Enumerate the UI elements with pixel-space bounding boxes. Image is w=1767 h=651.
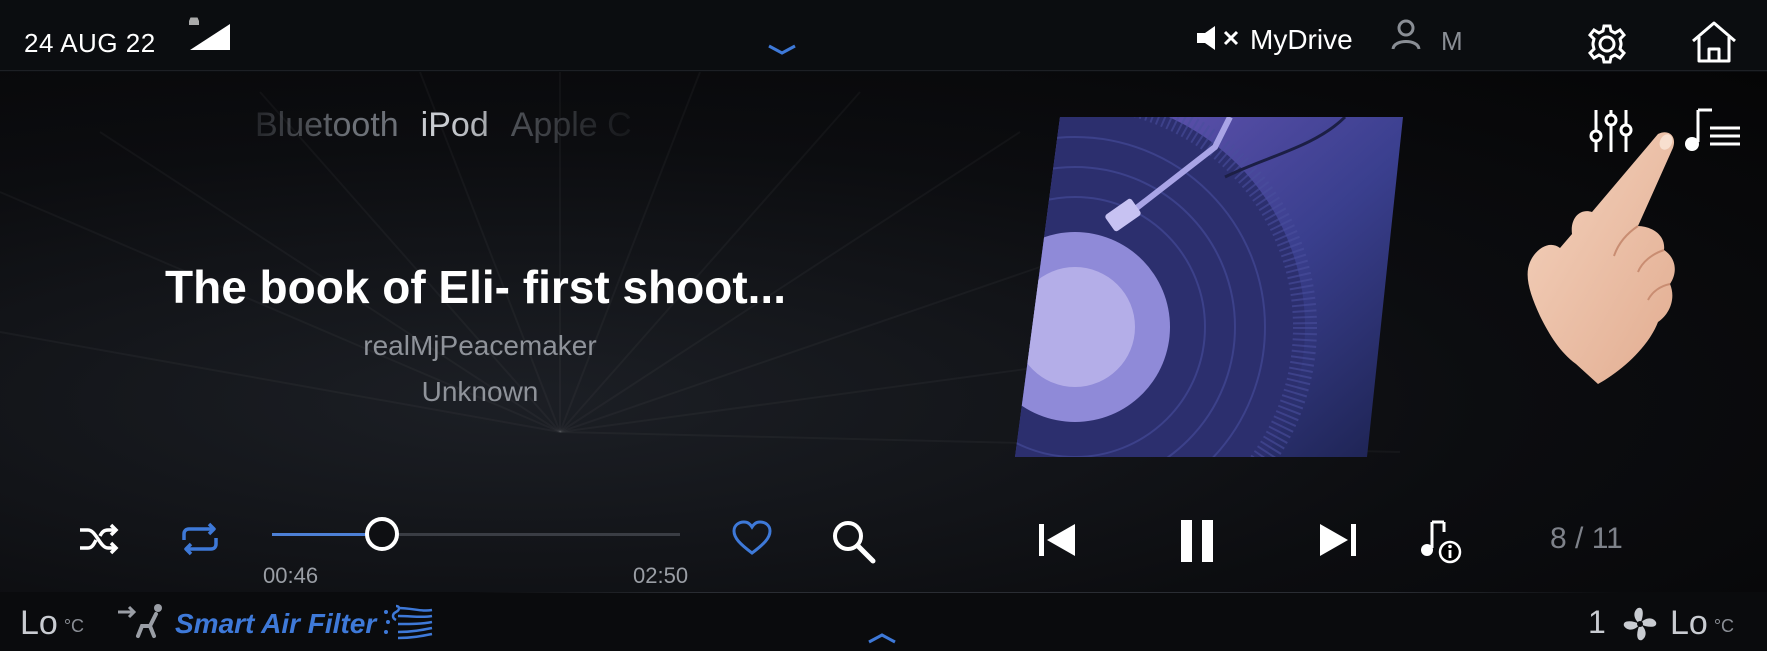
artist-name: realMjPeacemaker [363,330,597,361]
seat-air-icon[interactable] [116,602,168,640]
time-elapsed: 00:46 [263,563,319,588]
signal-icon [190,24,230,50]
expand-handle-icon[interactable] [867,632,897,644]
smart-air-filter-label[interactable]: Smart Air Filter [175,608,376,640]
track-info-icon[interactable] [1420,520,1462,564]
left-temp-value: Lo [20,604,58,642]
climate-bar: Lo °C Smart Air Filter 1 Lo °C [0,592,1767,651]
source-selector: Bluetooth iPod Apple C [255,106,685,145]
heart-icon[interactable] [732,520,772,556]
progress-knob[interactable] [365,517,400,551]
song-title: The book of Eli- first shoot... [165,261,786,313]
track-position: 8 / 11 [1550,522,1623,555]
repeat-icon[interactable] [178,522,222,556]
source-ipod[interactable]: iPod [421,106,489,145]
playlist-icon[interactable] [1682,106,1742,154]
previous-icon[interactable] [1037,522,1077,558]
album-name: Unknown [421,376,539,407]
divider [470,592,1620,593]
mute-icon [1197,26,1239,50]
fan-level[interactable]: 1 [1588,604,1606,641]
air-filter-icon[interactable] [382,602,434,642]
gear-icon[interactable] [1585,22,1629,66]
pause-icon[interactable] [1178,518,1216,564]
date-display: 24 AUG 22 [24,28,156,58]
source-apple-carplay[interactable]: Apple C [511,106,632,145]
album-art [1015,117,1403,457]
left-temp-unit: °C [63,616,85,636]
profile-initial: M [1441,26,1463,56]
status-bar: 24 AUG 22 MyDrive M [0,0,1767,72]
progress-bar[interactable] [272,517,680,551]
background-rays [0,72,1767,592]
right-temperature[interactable]: Lo °C [1670,604,1734,643]
left-temperature[interactable]: Lo °C [20,604,84,643]
media-player: Bluetooth iPod Apple C The book of Eli- fi… [0,72,1767,592]
search-icon[interactable] [830,518,876,564]
audio-profile-label: MyDrive [1250,24,1353,55]
time-total: 02:50 [633,563,689,588]
profile-icon[interactable] [1390,18,1422,50]
fan-icon[interactable] [1622,606,1658,642]
shuffle-icon[interactable] [78,522,120,556]
right-temp-value: Lo [1670,604,1708,642]
source-bluetooth[interactable]: Bluetooth [255,106,399,145]
collapse-handle-icon[interactable] [767,44,797,56]
next-icon[interactable] [1318,522,1358,558]
hand-gesture-illustration [1527,132,1675,384]
divider [0,70,1767,71]
home-icon[interactable] [1690,20,1738,64]
right-temp-unit: °C [1713,616,1735,636]
